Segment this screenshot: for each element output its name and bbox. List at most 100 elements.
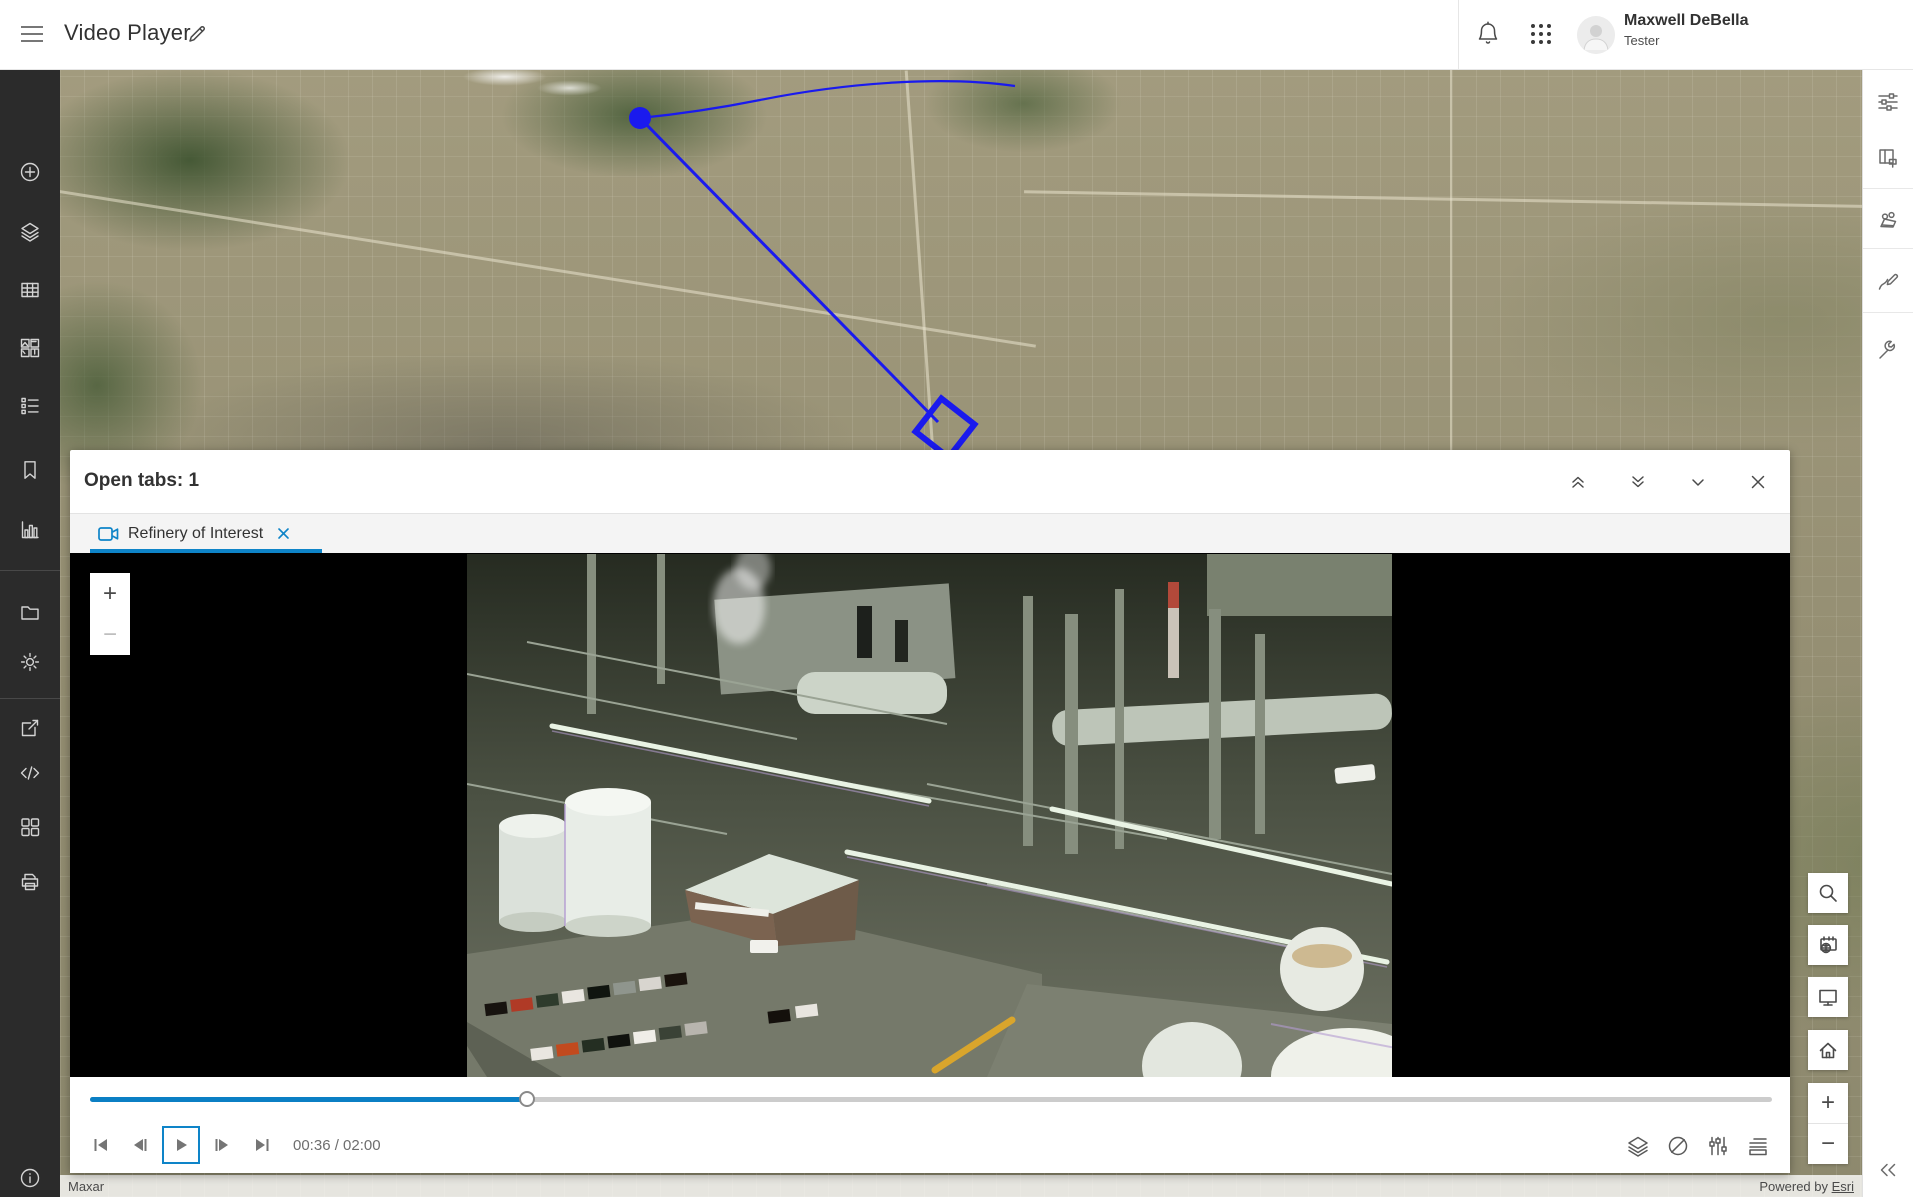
picture-in-picture-button[interactable] bbox=[1866, 136, 1910, 180]
code-button[interactable] bbox=[0, 751, 60, 795]
frame-back-button[interactable] bbox=[121, 1126, 159, 1164]
sliders-horizontal-icon bbox=[1876, 90, 1900, 114]
no-display-button[interactable] bbox=[1660, 1128, 1696, 1164]
basemap-gallery-button[interactable] bbox=[0, 326, 60, 370]
picture-in-picture-icon bbox=[1876, 146, 1900, 170]
skip-to-end-button[interactable] bbox=[243, 1126, 281, 1164]
menu-button[interactable] bbox=[12, 15, 52, 55]
telemetry-button[interactable] bbox=[1740, 1128, 1776, 1164]
app-header: Video Player bbox=[0, 0, 1913, 70]
home-button[interactable] bbox=[1808, 1030, 1848, 1070]
close-icon bbox=[1749, 473, 1767, 491]
left-toolbar bbox=[0, 70, 60, 1197]
avatar-person-icon bbox=[1577, 16, 1615, 54]
play-button[interactable] bbox=[162, 1126, 200, 1164]
video-zoom-control: + − bbox=[90, 573, 130, 655]
map-zoom-out-button[interactable]: − bbox=[1808, 1124, 1848, 1164]
double-chevron-down-icon bbox=[1628, 472, 1648, 492]
double-chevron-left-icon bbox=[1878, 1162, 1898, 1178]
seek-fill bbox=[90, 1097, 527, 1102]
table-icon bbox=[19, 279, 41, 301]
bar-chart-icon bbox=[19, 519, 41, 541]
home-icon bbox=[1817, 1039, 1839, 1061]
share-icon bbox=[19, 717, 41, 739]
tools-button[interactable] bbox=[1866, 328, 1910, 372]
panel-title: Open tabs: 1 bbox=[84, 470, 199, 492]
sidebar-divider bbox=[0, 698, 60, 699]
panel-collapse-button[interactable] bbox=[1680, 464, 1716, 500]
settings-button[interactable] bbox=[0, 640, 60, 684]
panel-expand-down-button[interactable] bbox=[1620, 464, 1656, 500]
charts-button[interactable] bbox=[0, 508, 60, 552]
add-circle-icon bbox=[19, 161, 41, 183]
seek-thumb[interactable] bbox=[519, 1091, 535, 1107]
layers-icon bbox=[1626, 1134, 1650, 1158]
open-tabs-panel: Open tabs: 1 bbox=[70, 450, 1790, 1173]
notifications-button[interactable] bbox=[1470, 17, 1506, 53]
page-title: Video Player bbox=[64, 20, 191, 46]
app-window: + − Maxar Powered by Esri Video Player bbox=[0, 0, 1913, 1197]
sketch-button[interactable] bbox=[1866, 259, 1910, 303]
add-button[interactable] bbox=[0, 150, 60, 194]
avatar[interactable] bbox=[1577, 16, 1615, 54]
gear-icon bbox=[19, 651, 41, 673]
sketch-icon bbox=[1876, 269, 1900, 293]
analysis-button[interactable] bbox=[1866, 198, 1910, 242]
folder-icon bbox=[19, 601, 41, 623]
layers-icon bbox=[19, 221, 41, 243]
video-camera-icon bbox=[98, 526, 119, 542]
seek-bar[interactable] bbox=[90, 1097, 1772, 1102]
tab-close-button[interactable] bbox=[272, 523, 294, 545]
chevron-down-icon bbox=[1688, 472, 1708, 492]
esri-link[interactable]: Esri bbox=[1832, 1179, 1854, 1194]
analysis-icon bbox=[1876, 208, 1900, 232]
player-controls: 00:36 / 02:00 bbox=[70, 1077, 1790, 1173]
video-zoom-out-button[interactable]: − bbox=[90, 614, 130, 655]
pencil-icon bbox=[186, 23, 208, 45]
info-icon bbox=[19, 1167, 41, 1189]
right-toolbar bbox=[1862, 70, 1913, 1197]
prohibit-icon bbox=[1666, 1134, 1690, 1158]
screen-button[interactable] bbox=[1808, 977, 1848, 1017]
frame-forward-button[interactable] bbox=[203, 1126, 241, 1164]
sidebar-divider bbox=[0, 570, 60, 571]
hamburger-icon bbox=[19, 24, 45, 44]
bookmarks-button[interactable] bbox=[0, 448, 60, 492]
code-icon bbox=[19, 762, 41, 784]
panel-expand-up-button[interactable] bbox=[1560, 464, 1596, 500]
user-block[interactable]: Maxwell DeBella Tester bbox=[1624, 10, 1749, 49]
video-zoom-in-button[interactable]: + bbox=[90, 573, 130, 614]
widgets-button[interactable] bbox=[0, 805, 60, 849]
tab-refinery-of-interest[interactable]: Refinery of Interest bbox=[90, 514, 322, 553]
video-layers-button[interactable] bbox=[1620, 1128, 1656, 1164]
panel-close-button[interactable] bbox=[1740, 464, 1776, 500]
video-stage[interactable]: + − bbox=[70, 553, 1790, 1077]
search-button[interactable] bbox=[1808, 873, 1848, 913]
legend-button[interactable] bbox=[0, 384, 60, 428]
map-attribution-bar: Maxar Powered by Esri bbox=[60, 1175, 1862, 1197]
video-sliders-button[interactable] bbox=[1700, 1128, 1736, 1164]
print-button[interactable] bbox=[0, 860, 60, 904]
basemap-gallery-icon bbox=[19, 337, 41, 359]
flight-path-line bbox=[640, 118, 938, 422]
close-icon bbox=[277, 527, 290, 540]
collapse-right-panel-button[interactable] bbox=[1866, 1148, 1910, 1192]
search-icon bbox=[1817, 882, 1839, 904]
legend-icon bbox=[19, 395, 41, 417]
folder-button[interactable] bbox=[0, 590, 60, 634]
calendar-globe-button[interactable] bbox=[1808, 925, 1848, 965]
edit-title-button[interactable] bbox=[182, 20, 212, 50]
skip-to-end-icon bbox=[253, 1136, 271, 1154]
layers-button[interactable] bbox=[0, 210, 60, 254]
table-button[interactable] bbox=[0, 268, 60, 312]
properties-button[interactable] bbox=[1866, 80, 1910, 124]
map-zoom-in-button[interactable]: + bbox=[1808, 1083, 1848, 1123]
share-button[interactable] bbox=[0, 706, 60, 750]
info-button[interactable] bbox=[0, 1156, 60, 1197]
time-display: 00:36 / 02:00 bbox=[293, 1137, 381, 1154]
tab-label: Refinery of Interest bbox=[128, 525, 263, 543]
skip-to-start-button[interactable] bbox=[82, 1126, 120, 1164]
attribution-source: Maxar bbox=[68, 1179, 104, 1194]
frame-back-icon bbox=[131, 1136, 149, 1154]
app-launcher-button[interactable] bbox=[1523, 17, 1559, 53]
